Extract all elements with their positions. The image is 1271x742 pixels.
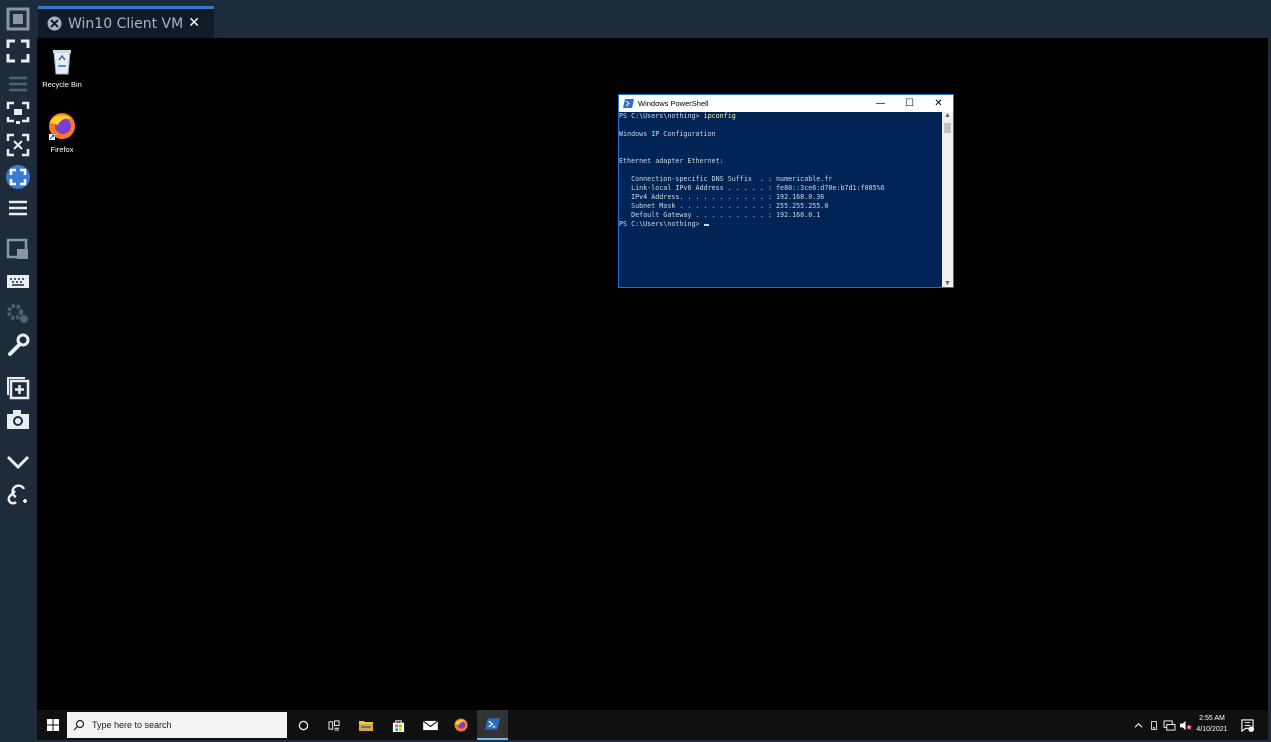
console-prompt: PS C:\Users\nothing> — [619, 220, 704, 228]
file-explorer-button[interactable] — [355, 710, 377, 740]
firefox-taskbar-button[interactable] — [450, 710, 472, 740]
tab-title: Win10 Client VM — [68, 15, 184, 32]
cortana-button[interactable] — [293, 710, 313, 740]
desktop-icon-label: Firefox — [50, 145, 74, 154]
clock-time: 2:55 AM — [1199, 715, 1225, 722]
scroll-up-icon[interactable]: ▲ — [942, 112, 953, 119]
console-output[interactable]: PS C:\Users\nothing> ipconfig Windows IP… — [619, 112, 941, 287]
firefox-icon — [454, 718, 468, 732]
vertical-scrollbar[interactable]: ▲ ▼ — [942, 112, 953, 287]
action-center-button[interactable] — [1238, 710, 1256, 740]
taskbar-clock[interactable]: 2:55 AM 4/10/2021 — [1190, 713, 1234, 735]
powershell-title: Windows PowerShell — [638, 99, 709, 108]
search-icon — [73, 719, 85, 731]
mail-button[interactable] — [419, 710, 441, 740]
camera-icon[interactable] — [3, 405, 33, 433]
hamburger-dim-icon[interactable] — [3, 70, 33, 98]
console-line: Link-local IPv6 Address . . . . . : fe80… — [619, 184, 885, 192]
menu-icon[interactable] — [3, 194, 33, 222]
scroll-thumb[interactable] — [944, 123, 951, 133]
keyboard-icon[interactable] — [3, 267, 33, 295]
powershell-icon — [623, 99, 634, 108]
console-line: Ethernet adapter Ethernet: — [619, 157, 724, 165]
tray-network-button[interactable] — [1161, 710, 1177, 740]
task-view-button[interactable] — [323, 710, 345, 740]
firefox-icon — [49, 113, 75, 140]
picture-in-picture-icon[interactable] — [3, 235, 33, 263]
vm-icon — [47, 16, 62, 31]
chevron-up-icon — [1134, 722, 1142, 728]
powershell-window[interactable]: Windows PowerShell — ☐ ✕ PS C:\Users\not… — [618, 94, 954, 288]
taskbar-search-box[interactable]: Type here to search — [67, 712, 287, 738]
desktop-icon-recycle-bin[interactable]: Recycle Bin — [37, 46, 88, 89]
new-window-icon[interactable] — [3, 374, 33, 402]
chevron-down-icon[interactable] — [3, 448, 33, 476]
console-line: Windows IP Configuration — [619, 130, 716, 138]
tab-strip: Win10 Client VM ✕ — [36, 0, 1271, 38]
search-placeholder: Type here to search — [92, 720, 172, 730]
tab-close-button[interactable]: ✕ — [188, 15, 200, 31]
wrench-icon[interactable] — [3, 331, 33, 359]
powershell-taskbar-button[interactable] — [477, 710, 508, 740]
taskbar: Type here to search 2:55 AM 4/10/2021 — [37, 710, 1268, 740]
windows-logo-icon — [47, 719, 59, 731]
recycle-bin-icon — [53, 50, 71, 75]
vm-screen[interactable]: Recycle Bin Firefox Windows PowerShell —… — [37, 38, 1268, 740]
folder-icon — [359, 721, 373, 731]
auto-fit-icon[interactable] — [3, 163, 33, 191]
tray-overflow-button[interactable] — [1131, 710, 1145, 740]
text-cursor — [703, 224, 709, 226]
desktop-icon-firefox[interactable]: Firefox — [37, 111, 88, 154]
mail-icon — [422, 719, 438, 730]
tray-device-button[interactable] — [1147, 710, 1161, 740]
console-line: Connection-specific DNS Suffix . : numer… — [619, 175, 833, 183]
settings-icon[interactable] — [3, 299, 33, 327]
tab-win10-client-vm[interactable]: Win10 Client VM ✕ — [38, 6, 214, 38]
console-prompt: PS C:\Users\nothing> — [619, 112, 704, 120]
notification-icon — [1240, 718, 1254, 732]
disconnect-icon[interactable] — [3, 480, 33, 508]
desktop-icon-label: Recycle Bin — [42, 80, 82, 89]
store-bag-icon — [392, 719, 404, 732]
console-toolbar — [0, 0, 36, 742]
usb-device-icon — [1151, 720, 1157, 730]
start-button[interactable] — [45, 710, 61, 740]
fullscreen-icon[interactable] — [3, 37, 33, 65]
scroll-down-icon[interactable]: ▼ — [942, 280, 953, 287]
task-view-icon — [328, 719, 340, 731]
minimize-button[interactable]: — — [866, 95, 895, 112]
powershell-titlebar[interactable]: Windows PowerShell — ☐ ✕ — [619, 95, 953, 112]
powershell-icon — [485, 718, 500, 730]
clock-date: 4/10/2021 — [1196, 726, 1228, 733]
scale-monitor-icon[interactable] — [3, 99, 33, 127]
cortana-circle-icon — [298, 720, 308, 730]
close-button[interactable]: ✕ — [924, 95, 953, 112]
console-line: Subnet Mask . . . . . . . . . . . : 255.… — [619, 202, 829, 210]
console-line: IPv4 Address. . . . . . . . . . . : 192.… — [619, 193, 825, 201]
maximize-button[interactable]: ☐ — [895, 95, 924, 112]
fit-window-icon[interactable] — [3, 5, 33, 33]
network-icon — [1163, 719, 1175, 731]
store-button[interactable] — [387, 710, 409, 740]
console-command: ipconfig — [703, 112, 736, 120]
dynamic-resize-icon[interactable] — [3, 131, 33, 159]
console-line: Default Gateway . . . . . . . . . : 192.… — [619, 211, 821, 219]
